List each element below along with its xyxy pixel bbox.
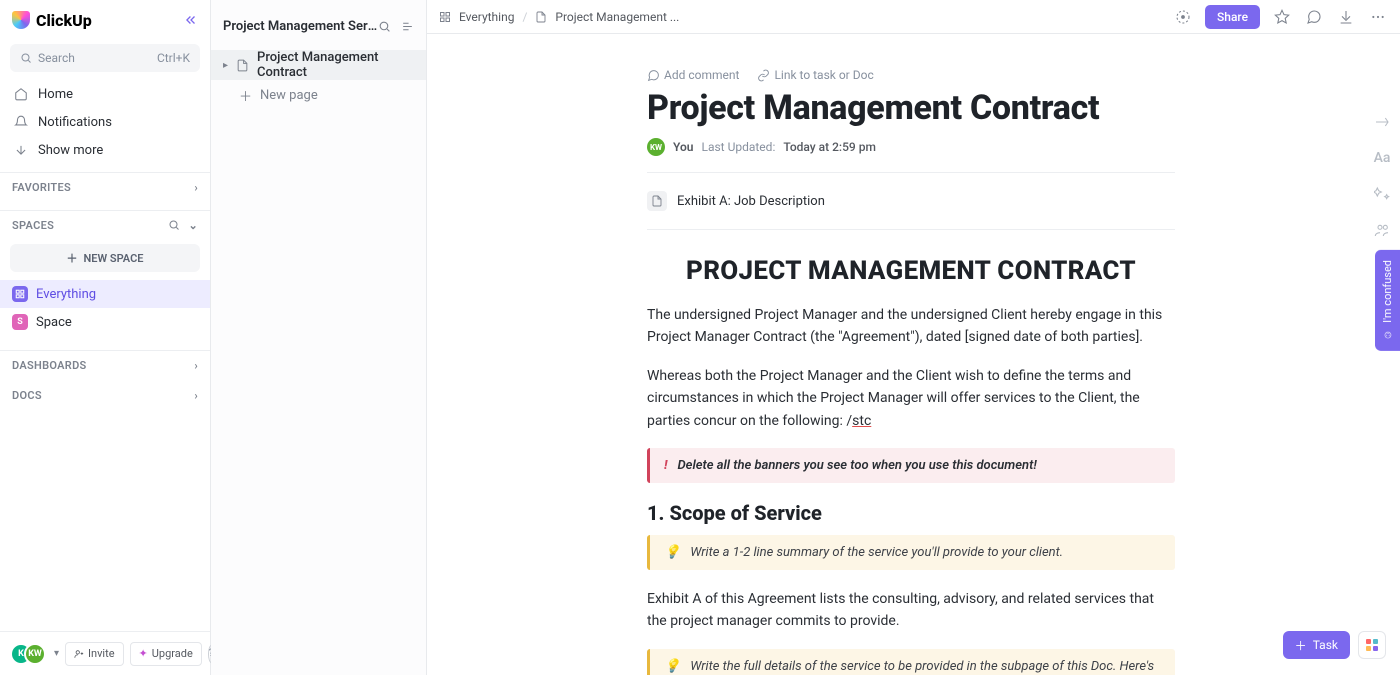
people-icon[interactable] bbox=[1374, 222, 1390, 238]
doc-icon bbox=[647, 191, 667, 211]
divider bbox=[647, 172, 1175, 173]
search-icon[interactable] bbox=[168, 219, 180, 232]
nav-notifications[interactable]: Notifications bbox=[0, 108, 210, 136]
space-item-space[interactable]: S Space bbox=[0, 308, 210, 336]
search-input[interactable]: Search Ctrl+K bbox=[10, 44, 200, 72]
breadcrumb: Everything / Project Management ... bbox=[439, 10, 679, 24]
banner-warning[interactable]: ! Delete all the banners you see too whe… bbox=[647, 448, 1175, 483]
avatar: KW bbox=[24, 643, 46, 665]
caret-icon: ▸ bbox=[223, 60, 228, 71]
history-icon[interactable] bbox=[1173, 7, 1193, 27]
sparkle-icon: ✦ bbox=[139, 647, 148, 660]
plus-icon: ＋ bbox=[1295, 637, 1307, 654]
nav-home[interactable]: Home bbox=[0, 80, 210, 108]
chevron-down-icon[interactable]: ▾ bbox=[54, 648, 59, 659]
comment-icon[interactable] bbox=[1304, 7, 1324, 27]
doc-page-contract[interactable]: ▸ Project Management Contract bbox=[211, 50, 426, 80]
avatar-stack[interactable]: K KW bbox=[10, 643, 46, 665]
divider bbox=[647, 229, 1175, 230]
apps-icon bbox=[1366, 639, 1378, 651]
contract-heading[interactable]: PROJECT MANAGEMENT CONTRACT bbox=[647, 256, 1175, 286]
left-sidebar: ClickUp Search Ctrl+K Home Notifications… bbox=[0, 0, 211, 675]
dashboards-section[interactable]: DASHBOARDS › bbox=[0, 350, 210, 380]
bell-icon bbox=[14, 115, 28, 129]
slash-command-text: stc bbox=[852, 413, 871, 429]
search-icon[interactable] bbox=[378, 20, 391, 33]
grid-icon bbox=[439, 11, 451, 23]
upgrade-button[interactable]: ✦ Upgrade bbox=[130, 642, 202, 666]
plus-icon: ＋ bbox=[239, 86, 252, 105]
user-plus-icon bbox=[74, 649, 84, 659]
exclaim-icon: ! bbox=[664, 458, 667, 473]
add-comment-button[interactable]: Add comment bbox=[647, 68, 739, 82]
chevron-down-icon[interactable]: ⌄ bbox=[188, 219, 198, 232]
search-icon bbox=[20, 52, 32, 64]
feedback-confused-button[interactable]: ☺ I'm confused bbox=[1375, 250, 1400, 351]
subpage-link-exhibit-a[interactable]: Exhibit A: Job Description bbox=[647, 185, 1175, 217]
chevron-right-icon: › bbox=[194, 359, 198, 372]
topbar: Everything / Project Management ... Shar… bbox=[427, 0, 1400, 34]
search-placeholder: Search bbox=[38, 51, 75, 65]
apps-button[interactable] bbox=[1358, 631, 1386, 659]
invite-button[interactable]: Invite bbox=[65, 642, 124, 666]
home-icon bbox=[14, 87, 28, 101]
grid-icon bbox=[12, 286, 28, 302]
collapse-sidebar-icon[interactable] bbox=[184, 13, 198, 27]
chevron-down-icon bbox=[14, 143, 28, 157]
link-task-button[interactable]: Link to task or Doc bbox=[757, 68, 873, 82]
typography-icon[interactable]: Aa bbox=[1374, 150, 1391, 166]
chevron-right-icon: › bbox=[194, 181, 198, 194]
nav-show-more[interactable]: Show more bbox=[0, 136, 210, 164]
bulb-icon: 💡 bbox=[664, 659, 680, 675]
paragraph[interactable]: The undersigned Project Manager and the … bbox=[647, 304, 1175, 349]
new-space-button[interactable]: ＋ NEW SPACE bbox=[10, 244, 200, 272]
updated-value: Today at 2:59 pm bbox=[783, 140, 876, 154]
breadcrumb-doc[interactable]: Project Management ... bbox=[555, 10, 679, 24]
comment-icon bbox=[647, 69, 660, 82]
space-everything[interactable]: Everything bbox=[0, 280, 210, 308]
paragraph[interactable]: Exhibit A of this Agreement lists the co… bbox=[647, 588, 1175, 633]
chevron-right-icon: › bbox=[194, 389, 198, 402]
banner-hint[interactable]: 💡 Write a 1-2 line summary of the servic… bbox=[647, 535, 1175, 570]
logo-mark-icon bbox=[12, 11, 30, 29]
doc-icon bbox=[236, 59, 249, 72]
app-name: ClickUp bbox=[36, 11, 92, 30]
magic-icon[interactable] bbox=[1374, 186, 1390, 202]
main-content: Everything / Project Management ... Shar… bbox=[427, 0, 1400, 675]
avatar: KW bbox=[647, 138, 665, 156]
app-logo[interactable]: ClickUp bbox=[12, 11, 92, 30]
settings-icon[interactable] bbox=[401, 20, 414, 33]
sidebar-footer: K KW ▾ Invite ✦ Upgrade ? bbox=[0, 631, 210, 675]
smiley-icon: ☺ bbox=[1381, 329, 1394, 341]
section-heading-scope[interactable]: 1. Scope of Service bbox=[647, 501, 1175, 525]
new-page-button[interactable]: ＋ New page bbox=[211, 80, 426, 110]
updated-label: Last Updated: bbox=[701, 140, 775, 154]
page-title[interactable]: Project Management Contract bbox=[647, 88, 1175, 128]
banner-hint[interactable]: 💡 Write the full details of the service … bbox=[647, 649, 1175, 675]
author-label: You bbox=[673, 140, 693, 154]
spaces-section[interactable]: SPACES ⌄ bbox=[0, 210, 210, 240]
new-task-button[interactable]: ＋ Task bbox=[1283, 631, 1350, 659]
bulb-icon: 💡 bbox=[664, 545, 680, 560]
favorites-section[interactable]: FAVORITES › bbox=[0, 172, 210, 202]
doc-meta: KW You Last Updated: Today at 2:59 pm bbox=[647, 138, 1175, 156]
breadcrumb-everything[interactable]: Everything bbox=[459, 10, 514, 24]
paragraph[interactable]: Whereas both the Project Manager and the… bbox=[647, 365, 1175, 432]
document-body: Add comment Link to task or Doc Project … bbox=[647, 68, 1175, 675]
star-icon[interactable] bbox=[1272, 7, 1292, 27]
doc-outline-title[interactable]: Project Management Services Co... bbox=[223, 19, 378, 34]
docs-section[interactable]: DOCS › bbox=[0, 380, 210, 410]
link-icon bbox=[757, 69, 770, 82]
expand-icon[interactable] bbox=[1374, 114, 1390, 130]
doc-icon bbox=[535, 11, 547, 23]
share-button[interactable]: Share bbox=[1205, 5, 1260, 29]
plus-icon: ＋ bbox=[67, 250, 78, 266]
doc-outline-panel: Project Management Services Co... ▸ Proj… bbox=[211, 0, 427, 675]
space-avatar-icon: S bbox=[12, 314, 28, 330]
download-icon[interactable] bbox=[1336, 7, 1356, 27]
more-icon[interactable] bbox=[1368, 7, 1388, 27]
search-shortcut: Ctrl+K bbox=[157, 51, 190, 65]
